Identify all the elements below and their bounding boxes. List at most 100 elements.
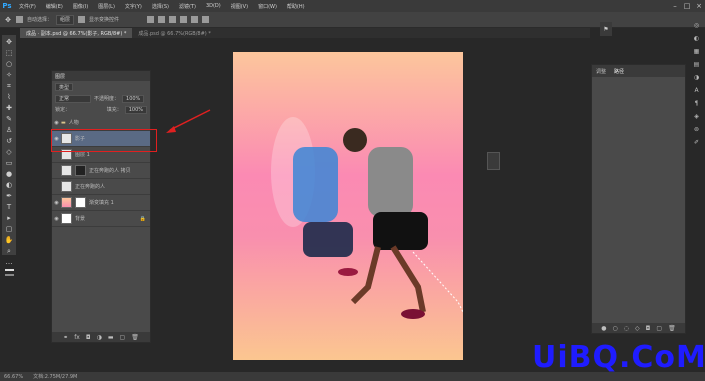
tab-copy-psd[interactable]: 成品 · 副本.psd @ 66.7%(影子, RGB/8#) * [20,28,133,38]
menu-filter[interactable]: 滤镜(T) [174,3,201,10]
menu-help[interactable]: 帮助(H) [282,3,310,10]
menu-file[interactable]: 文件(F) [14,3,41,10]
type-icon[interactable]: T [5,203,13,211]
layer-name: 渐变填充 1 [89,200,114,206]
document-canvas[interactable] [233,52,469,360]
dodge-icon[interactable]: ◐ [5,181,13,189]
opacity-label: 不透明度： [94,96,120,102]
menu-window[interactable]: 窗口(W) [253,3,282,10]
character-icon[interactable]: A [694,87,698,94]
history-icon[interactable]: ◎ [694,22,699,29]
menu-edit[interactable]: 编辑(E) [41,3,68,10]
gradient-icon[interactable]: ▭ [5,159,13,167]
hand-icon[interactable]: ✋ [5,236,14,244]
close-icon[interactable]: × [693,0,705,12]
layer-row-gradient-fill[interactable]: ◉ 渐变填充 1 [52,195,150,211]
layer-row-background[interactable]: ◉ 背景 🔒 [52,211,150,227]
history-brush-icon[interactable]: ↺ [5,137,13,145]
crop-icon[interactable]: ⌗ [5,82,13,90]
lasso-icon[interactable]: ○ [5,60,13,68]
show-transform-label: 显示变换控件 [89,17,120,23]
marquee-icon[interactable]: ⬚ [5,49,13,57]
stroke-path-icon[interactable]: ○ [613,325,618,332]
align-vcenter-icon[interactable] [158,16,166,23]
align-right-icon[interactable] [202,16,210,23]
lock-label: 锁定： [55,107,71,113]
minimize-icon[interactable]: – [669,0,681,12]
menu-3d[interactable]: 3D(D) [201,3,226,9]
zoom-icon[interactable]: ⌕ [5,247,13,255]
menu-view[interactable]: 视图(V) [226,3,253,10]
visibility-eye-icon[interactable]: ◉ [52,200,61,206]
fill-path-icon[interactable]: ● [601,325,606,332]
fill-input[interactable]: 100% [124,105,147,114]
pen-icon[interactable]: ✒ [5,192,13,200]
delete-layer-icon[interactable]: 🗑 [131,334,139,341]
paragraph-icon[interactable]: ¶ [695,100,699,107]
mask-icon[interactable]: ◘ [646,325,651,332]
make-path-icon[interactable]: ◇ [635,325,640,332]
adjustment-icon[interactable]: ◑ [97,334,102,341]
foreground-color-swatch[interactable] [4,269,14,271]
new-layer-icon[interactable]: ▢ [120,334,126,341]
layers-icon[interactable]: ◈ [694,113,699,120]
brush-icon[interactable]: ✎ [5,115,13,123]
group-select[interactable]: 组层 [56,14,75,25]
auto-select-label: 自动选择： [27,17,53,23]
floating-panel-icon[interactable] [487,152,500,170]
magic-wand-icon[interactable]: ✧ [5,71,13,79]
layer-name: 正在奔跑的人 [75,184,106,190]
checkbox-show-transform[interactable] [78,16,86,23]
blend-mode-select[interactable]: 正常 [55,94,91,103]
healing-icon[interactable]: ✚ [5,104,13,112]
adjustments-icon[interactable]: ◑ [694,74,699,81]
move-tool-icon[interactable]: ✥ [4,16,12,24]
new-group-icon[interactable]: ▬ [108,334,114,341]
layer-row-runner[interactable]: 正在奔跑的人 [52,179,150,195]
visibility-eye-icon[interactable]: ◉ [52,120,61,126]
eraser-icon[interactable]: ◇ [5,148,13,156]
libraries-icon[interactable]: ▤ [694,61,700,68]
align-top-icon[interactable] [147,16,155,23]
add-mask-icon[interactable]: ◘ [86,334,91,341]
menu-image[interactable]: 图像(I) [68,3,93,10]
fx-icon[interactable]: fx [74,334,80,341]
load-selection-icon[interactable]: ◌ [624,325,629,332]
layer-thumbnail [61,165,72,176]
stamp-icon[interactable]: ♙ [5,126,13,134]
opacity-input[interactable]: 100% [122,94,145,103]
visibility-eye-icon[interactable]: ◉ [52,216,61,222]
color-icon[interactable]: ◐ [694,35,699,42]
channels-icon[interactable]: ⊚ [694,126,699,133]
align-bottom-icon[interactable] [169,16,177,23]
move-icon[interactable]: ✥ [5,38,13,46]
align-hcenter-icon[interactable] [191,16,199,23]
layer-kind-filter[interactable]: 类型 [55,83,74,91]
link-icon[interactable]: ⚭ [63,334,68,341]
layer-mask-thumbnail [75,197,86,208]
menu-type[interactable]: 文字(Y) [120,3,147,10]
paths-icon[interactable]: ✐ [694,139,699,146]
path-select-icon[interactable]: ▸ [5,214,13,222]
zoom-level[interactable]: 66.67% [4,374,23,380]
new-path-icon[interactable]: ▢ [656,325,662,332]
watermark: UiBQ.CoM [532,340,705,375]
maximize-icon[interactable]: □ [681,0,693,12]
align-left-icon[interactable] [180,16,188,23]
menu-select[interactable]: 选择(S) [147,3,174,10]
properties-panel-icon[interactable]: ⚑ [600,22,612,36]
eyedropper-icon[interactable]: ⌇ [5,93,13,101]
shape-icon[interactable]: ▢ [5,225,13,233]
tools-panel: ✥ ⬚ ○ ✧ ⌗ ⌇ ✚ ✎ ♙ ↺ ◇ ▭ ● ◐ ✒ T ▸ ▢ ✋ ⌕ … [2,35,16,276]
swatches-icon[interactable]: ▦ [694,48,700,55]
more-tools-icon[interactable]: … [5,258,13,266]
tab-adjustments[interactable]: 调整 [596,68,606,75]
background-color-swatch[interactable] [4,274,14,276]
delete-path-icon[interactable]: 🗑 [668,325,676,332]
tab-paths[interactable]: 路径 [614,68,624,75]
checkbox-auto-select[interactable] [16,16,23,23]
menu-layer[interactable]: 图层(L) [93,3,120,10]
blur-icon[interactable]: ● [5,170,13,178]
layer-row-runner-copy[interactable]: 正在奔跑的人 拷贝 [52,163,150,179]
tab-final-psd[interactable]: 成品.psd @ 66.7%(RGB/8#) * [132,28,216,38]
